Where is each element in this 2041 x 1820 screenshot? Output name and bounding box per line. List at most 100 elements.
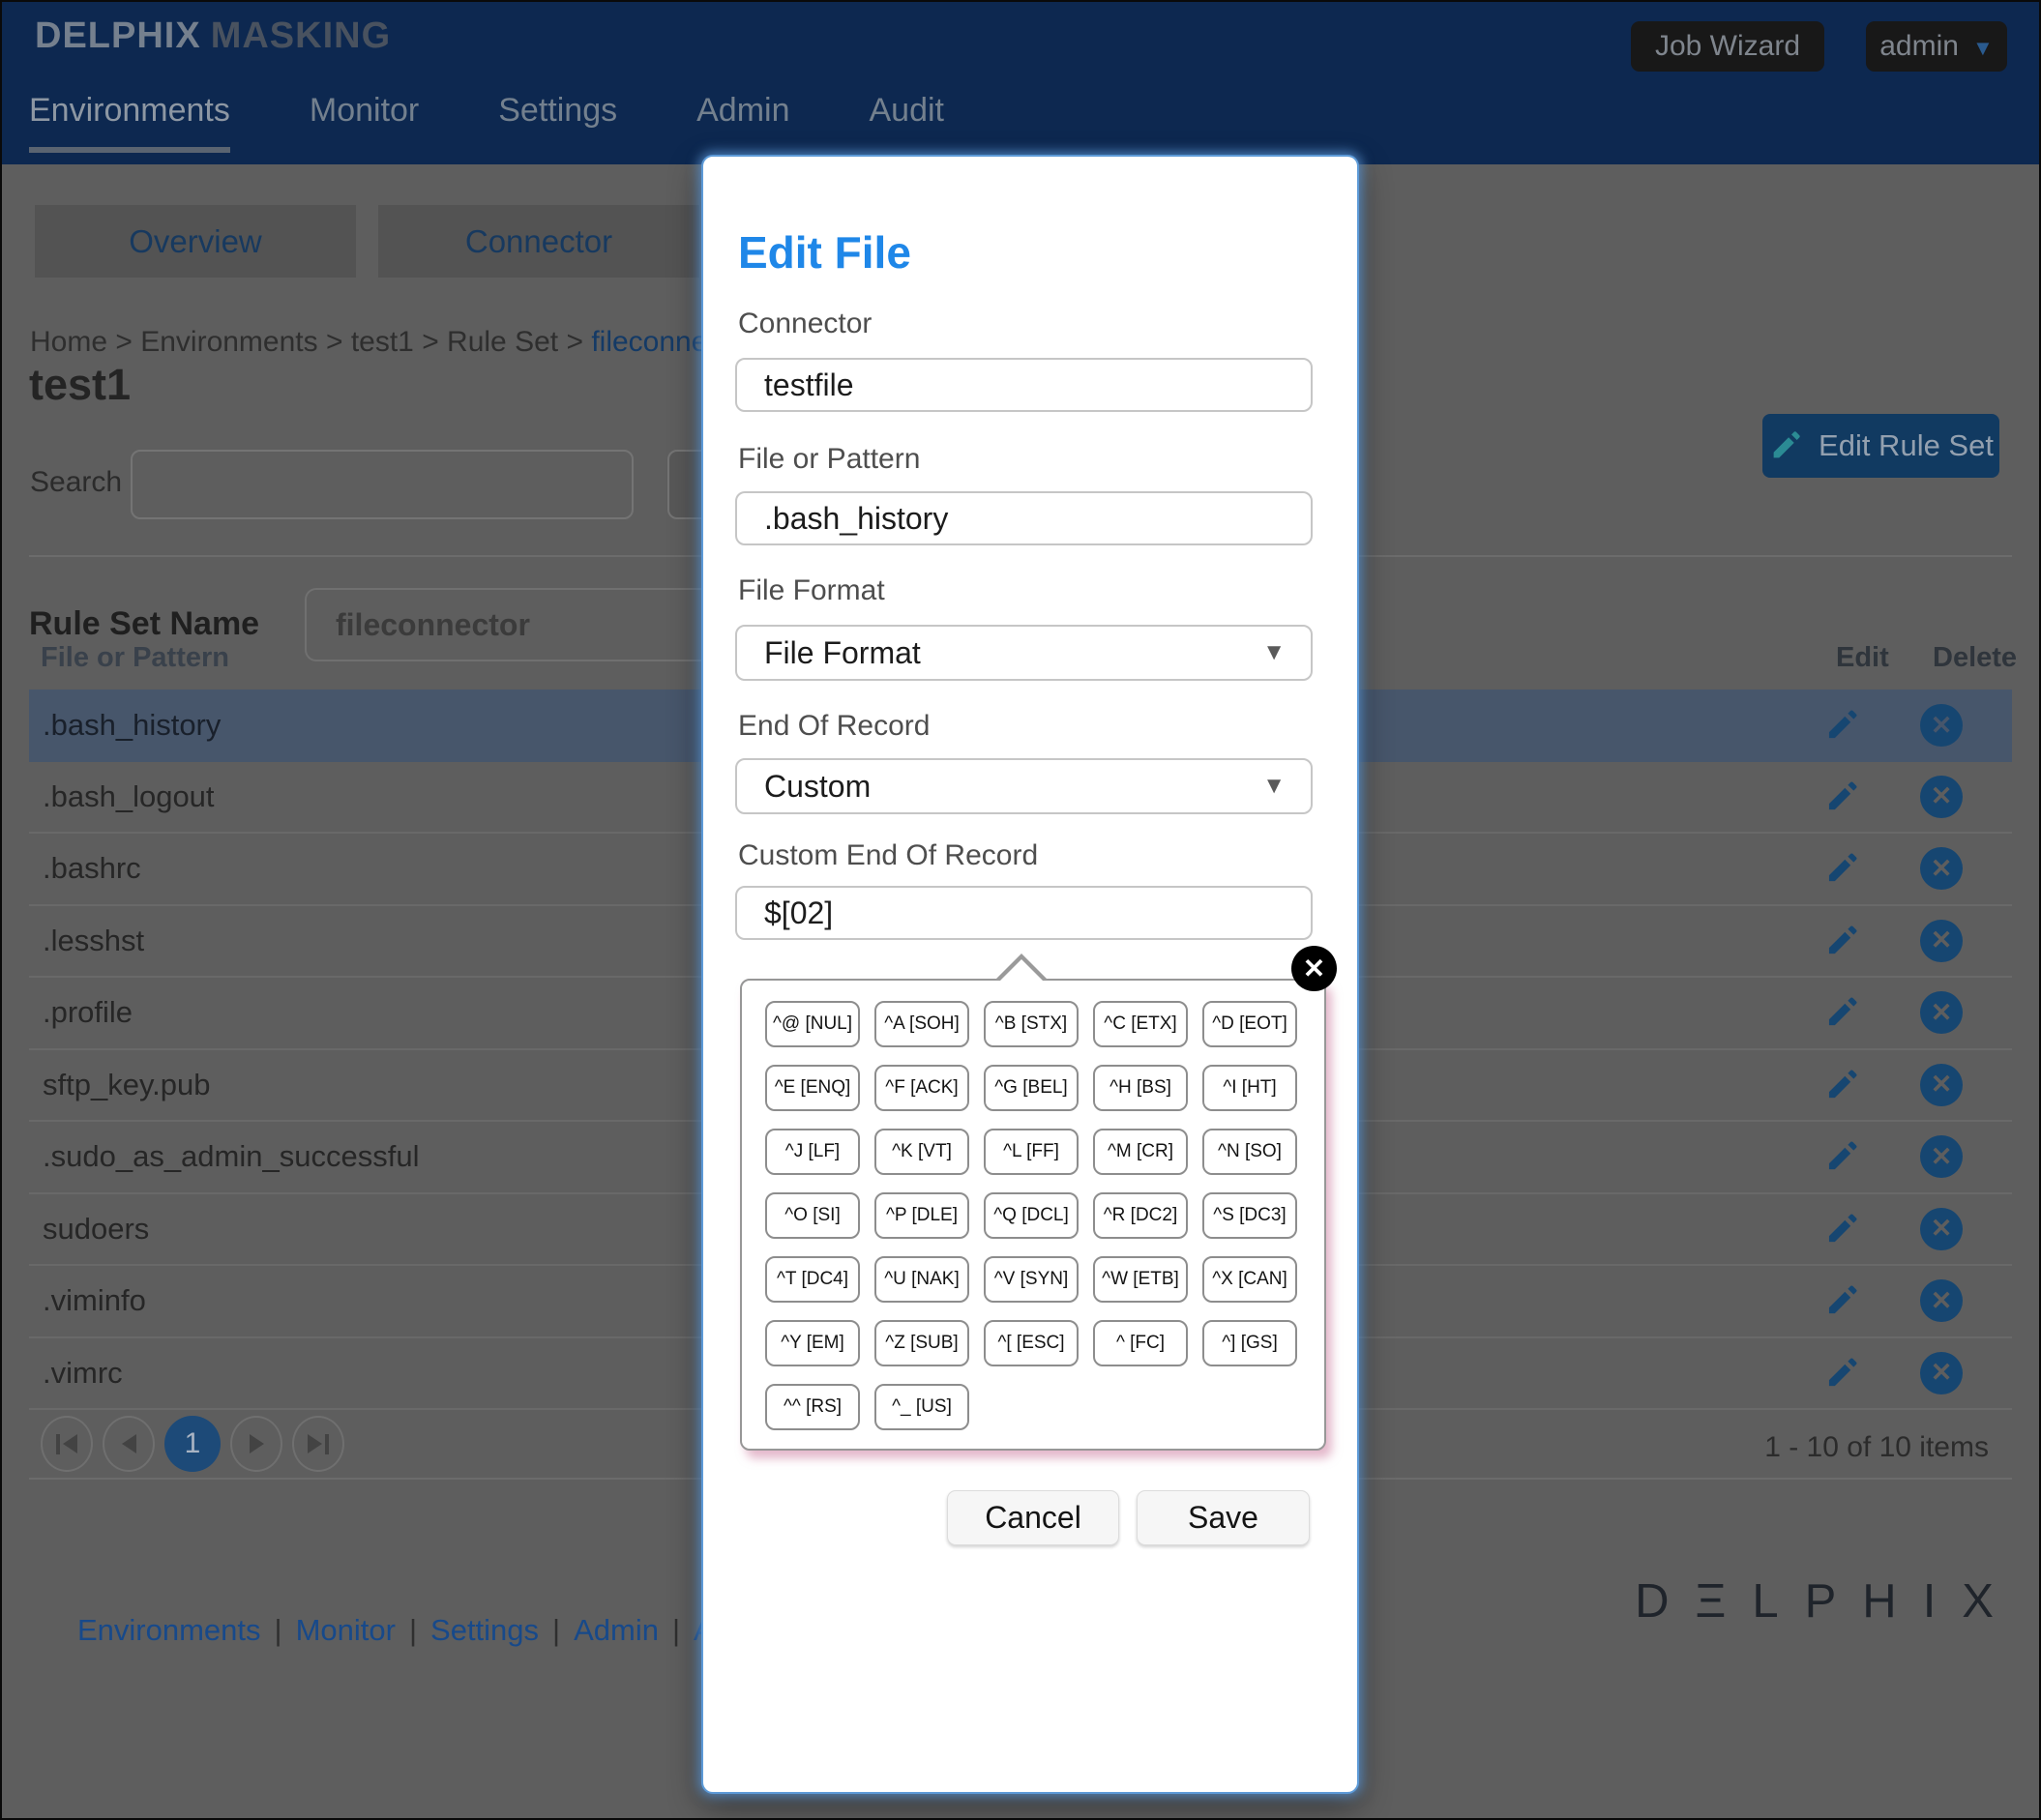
chevron-down-icon: ▼	[1972, 36, 1994, 61]
control-char-button[interactable]: ^K [VT]	[874, 1129, 969, 1175]
edit-pencil-icon[interactable]	[1823, 778, 1860, 815]
file-name: .profile	[43, 995, 133, 1030]
sub-tabs: Overview Connector	[35, 205, 699, 278]
user-menu-button[interactable]: admin ▼	[1866, 21, 2007, 72]
footer-link-admin[interactable]: Admin	[574, 1613, 659, 1647]
app-logo: DELPHIXMASKING	[35, 15, 391, 57]
pencil-icon	[1768, 428, 1803, 463]
control-char-button[interactable]: ^O [SI]	[765, 1192, 860, 1239]
control-char-button[interactable]: ^R [DC2]	[1093, 1192, 1188, 1239]
tab-overview[interactable]: Overview	[35, 205, 356, 278]
control-char-button[interactable]: ^D [EOT]	[1202, 1001, 1297, 1047]
delete-icon[interactable]: ✕	[1920, 704, 1963, 747]
popup-caret-fill	[999, 959, 1044, 982]
prev-page-button[interactable]	[103, 1416, 155, 1472]
close-popup-button[interactable]: ✕	[1291, 946, 1337, 991]
delete-icon[interactable]: ✕	[1920, 847, 1963, 890]
control-char-button[interactable]: ^ [FC]	[1093, 1320, 1188, 1366]
delete-icon[interactable]: ✕	[1920, 991, 1963, 1034]
edit-pencil-icon[interactable]	[1823, 1138, 1860, 1175]
edit-rule-set-button[interactable]: Edit Rule Set	[1762, 414, 1999, 478]
delete-icon[interactable]: ✕	[1920, 920, 1963, 962]
nav-item-audit[interactable]: Audit	[869, 92, 944, 153]
breadcrumb-path: Home > Environments > test1 > Rule Set >	[30, 326, 591, 358]
control-char-button[interactable]: ^G [BEL]	[984, 1065, 1079, 1111]
delete-icon[interactable]: ✕	[1920, 1352, 1963, 1394]
delete-icon[interactable]: ✕	[1920, 1135, 1963, 1178]
control-char-button[interactable]: ^J [LF]	[765, 1129, 860, 1175]
row-actions: ✕	[1823, 1338, 2012, 1409]
edit-pencil-icon[interactable]	[1823, 923, 1860, 959]
control-char-button[interactable]: ^U [NAK]	[874, 1256, 969, 1303]
edit-pencil-icon[interactable]	[1823, 994, 1860, 1031]
control-char-button[interactable]: ^Z [SUB]	[874, 1320, 969, 1366]
control-char-button[interactable]: ^[ [ESC]	[984, 1320, 1079, 1366]
row-actions: ✕	[1823, 906, 2012, 977]
custom-end-of-record-input[interactable]	[735, 886, 1313, 940]
current-page-button[interactable]: 1	[164, 1416, 221, 1472]
delete-icon[interactable]: ✕	[1920, 1208, 1963, 1250]
edit-pencil-icon[interactable]	[1823, 1067, 1860, 1103]
delete-icon[interactable]: ✕	[1920, 776, 1963, 818]
control-char-button[interactable]: ^V [SYN]	[984, 1256, 1079, 1303]
footer-link-settings[interactable]: Settings	[430, 1613, 539, 1647]
first-page-button[interactable]	[41, 1416, 93, 1472]
control-char-button[interactable]: ^@ [NUL]	[765, 1001, 860, 1047]
control-char-button[interactable]: ^N [SO]	[1202, 1129, 1297, 1175]
column-header-edit: Edit	[1836, 642, 1889, 674]
end-of-record-select[interactable]: Custom ▼	[735, 758, 1313, 814]
control-char-button[interactable]: ^A [SOH]	[874, 1001, 969, 1047]
delete-icon[interactable]: ✕	[1920, 1064, 1963, 1106]
file-name: .viminfo	[43, 1283, 146, 1318]
delete-icon[interactable]: ✕	[1920, 1279, 1963, 1322]
tab-connector[interactable]: Connector	[378, 205, 699, 278]
row-actions: ✕	[1823, 762, 2012, 833]
control-char-button[interactable]: ^E [ENQ]	[765, 1065, 860, 1111]
file-format-select[interactable]: File Format ▼	[735, 625, 1313, 681]
edit-pencil-icon[interactable]	[1823, 707, 1860, 744]
user-menu-label: admin	[1879, 30, 1959, 63]
control-char-button[interactable]: ^W [ETB]	[1093, 1256, 1188, 1303]
nav-item-environments[interactable]: Environments	[29, 92, 230, 153]
search-label: Search	[30, 466, 122, 499]
next-page-button[interactable]	[230, 1416, 282, 1472]
control-char-button[interactable]: ^_ [US]	[874, 1384, 969, 1430]
control-char-button[interactable]: ^M [CR]	[1093, 1129, 1188, 1175]
edit-pencil-icon[interactable]	[1823, 1211, 1860, 1248]
control-char-button[interactable]: ^T [DC4]	[765, 1256, 860, 1303]
footer-link-monitor[interactable]: Monitor	[296, 1613, 396, 1647]
control-char-button[interactable]: ^I [HT]	[1202, 1065, 1297, 1111]
last-page-button[interactable]	[292, 1416, 344, 1472]
control-char-button[interactable]: ^C [ETX]	[1093, 1001, 1188, 1047]
file-name: sudoers	[43, 1212, 149, 1247]
control-char-button[interactable]: ^P [DLE]	[874, 1192, 969, 1239]
control-char-button[interactable]: ^B [STX]	[984, 1001, 1079, 1047]
job-wizard-button[interactable]: Job Wizard	[1631, 21, 1824, 72]
edit-pencil-icon[interactable]	[1823, 1282, 1860, 1319]
items-count-label: 1 - 10 of 10 items	[1764, 1431, 1989, 1464]
control-char-button[interactable]: ^F [ACK]	[874, 1065, 969, 1111]
edit-pencil-icon[interactable]	[1823, 850, 1860, 887]
file-name: .lesshst	[43, 924, 144, 958]
control-char-button[interactable]: ^] [GS]	[1202, 1320, 1297, 1366]
footer-link-environments[interactable]: Environments	[77, 1613, 261, 1647]
control-char-button[interactable]: ^S [DC3]	[1202, 1192, 1297, 1239]
cancel-button[interactable]: Cancel	[947, 1490, 1119, 1545]
save-button[interactable]: Save	[1137, 1490, 1310, 1545]
control-char-button[interactable]: ^L [FF]	[984, 1129, 1079, 1175]
nav-item-settings[interactable]: Settings	[498, 92, 617, 153]
control-char-button[interactable]: ^^ [RS]	[765, 1384, 860, 1430]
file-or-pattern-input[interactable]	[735, 491, 1313, 545]
control-char-button[interactable]: ^Q [DCL]	[984, 1192, 1079, 1239]
nav-item-monitor[interactable]: Monitor	[310, 92, 419, 153]
control-char-button[interactable]: ^H [BS]	[1093, 1065, 1188, 1111]
search-input[interactable]	[131, 450, 634, 519]
delphix-wordmark: DΞLPHIX	[1635, 1574, 2020, 1629]
nav-item-admin[interactable]: Admin	[696, 92, 789, 153]
control-char-button[interactable]: ^Y [EM]	[765, 1320, 860, 1366]
file-name: .vimrc	[43, 1356, 123, 1391]
edit-pencil-icon[interactable]	[1823, 1355, 1860, 1392]
control-char-button[interactable]: ^X [CAN]	[1202, 1256, 1297, 1303]
edit-rule-set-label: Edit Rule Set	[1819, 428, 1994, 463]
connector-input[interactable]	[735, 358, 1313, 412]
